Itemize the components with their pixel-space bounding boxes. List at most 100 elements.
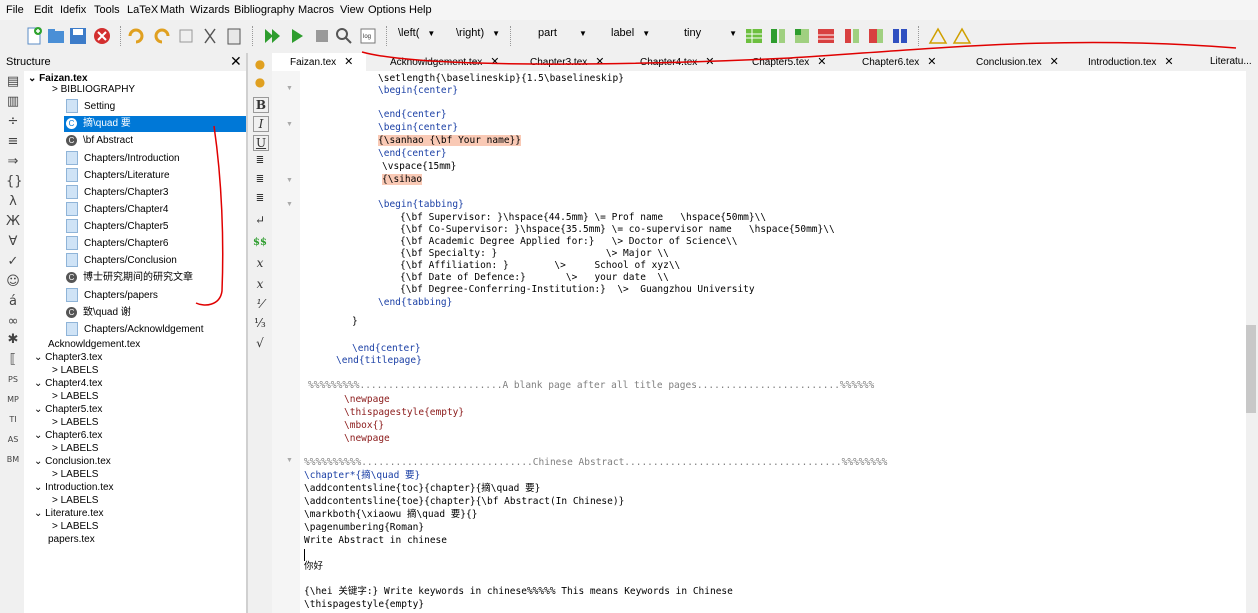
tree-item[interactable]: Chapters/papers	[66, 288, 158, 304]
file-icon	[66, 151, 78, 166]
menu-idefix[interactable]: Idefix	[60, 4, 86, 16]
check-icon[interactable]: ✓	[6, 255, 20, 269]
fold-marker-icon[interactable]: ▼	[286, 85, 293, 92]
file-icon	[66, 185, 78, 200]
math-mode-icon[interactable]: $$	[253, 236, 267, 250]
tree-item[interactable]: Chapters/Chapter5	[66, 219, 169, 235]
redo-icon[interactable]	[152, 26, 172, 46]
tree-item[interactable]: Setting	[66, 99, 115, 115]
fold-marker-icon[interactable]: ▼	[286, 177, 293, 184]
smiley-icon[interactable]: ☺	[6, 275, 20, 289]
text-cursor	[304, 549, 305, 561]
pstricks-icon[interactable]: PS	[6, 373, 20, 387]
structure-icon[interactable]: ▤	[6, 75, 20, 89]
paste-icon[interactable]	[224, 26, 244, 46]
bookmark-icon[interactable]: ▥	[6, 95, 20, 109]
tree-item[interactable]: Chapters/Literature	[66, 168, 170, 184]
tree-item[interactable]: C 博士研究期间的研究文章	[66, 270, 193, 286]
superscript-icon[interactable]: x	[253, 277, 267, 291]
arrow-icon[interactable]: ⇒	[6, 155, 20, 169]
menu-file[interactable]: File	[6, 4, 24, 16]
misc-math-icon[interactable]: ∀	[6, 235, 20, 249]
align-right-icon[interactable]: ≣	[253, 192, 267, 206]
close-tab-icon[interactable]: ✕	[344, 56, 353, 68]
sqrt-icon[interactable]: √	[253, 336, 267, 350]
scrollbar-thumb[interactable]	[1246, 325, 1256, 413]
subscript-icon[interactable]: x	[253, 256, 267, 270]
tree-item[interactable]: C \bf Abstract	[66, 133, 133, 149]
beamer-icon[interactable]: BM	[6, 453, 20, 467]
open-file-icon[interactable]	[46, 26, 66, 46]
code-line: \pagenumbering{Roman}	[304, 522, 425, 533]
greek-icon[interactable]: λ	[6, 195, 20, 209]
menu-wizards[interactable]: Wizards	[190, 4, 230, 16]
menu-options[interactable]: Options	[368, 4, 406, 16]
tree-item[interactable]: Chapters/Chapter3	[66, 185, 169, 201]
dfrac-icon[interactable]: ⅓	[253, 316, 267, 330]
cut-icon[interactable]	[200, 26, 220, 46]
menu-math[interactable]: Math	[160, 4, 184, 16]
chevron-right-icon: >	[52, 391, 61, 402]
save-icon[interactable]	[68, 26, 88, 46]
chevron-right-icon: >	[52, 469, 61, 480]
align-center-icon[interactable]: ≣	[253, 173, 267, 187]
bookmark-star-icon[interactable]: ●	[253, 57, 267, 71]
relation-icon[interactable]: ≡	[6, 135, 20, 149]
tikz-icon[interactable]: TI	[6, 413, 20, 427]
fraction-icon[interactable]: ⅟	[253, 297, 267, 311]
bookmark-star-icon-2[interactable]: ●	[253, 75, 267, 89]
metapost-icon[interactable]: MP	[6, 393, 20, 407]
build-view-icon[interactable]	[262, 26, 282, 46]
menu-view[interactable]: View	[340, 4, 364, 16]
undo-icon[interactable]	[126, 26, 146, 46]
menu-macros[interactable]: Macros	[298, 4, 334, 16]
leftright-icon[interactable]: ⟦	[6, 353, 20, 367]
editor-gutter: ▼ ▼ ▼ ▼ ▼	[272, 71, 300, 613]
close-file-icon[interactable]	[92, 26, 112, 46]
copy-icon[interactable]	[176, 26, 196, 46]
tree-file[interactable]: papers.tex	[48, 532, 95, 548]
code-line: \markboth{\xiaowu 摘\quad 要}{}	[304, 509, 478, 520]
menu-tools[interactable]: Tools	[94, 4, 120, 16]
asymptote-icon[interactable]: AS	[6, 433, 20, 447]
operator-icon[interactable]: ÷	[6, 115, 20, 129]
code-line: \end{titlepage}	[336, 355, 422, 366]
infinity-icon[interactable]: ∞	[6, 315, 20, 329]
italic-icon[interactable]: I	[253, 116, 269, 132]
compile-icon[interactable]	[287, 26, 307, 46]
tree-item[interactable]: Chapters/Introduction	[66, 151, 180, 167]
tree-item[interactable]: C 致\quad 谢	[66, 305, 131, 321]
menu-edit[interactable]: Edit	[34, 4, 53, 16]
menu-bibliography[interactable]: Bibliography	[234, 4, 295, 16]
tree-item[interactable]: Chapters/Acknowldgement	[66, 322, 204, 338]
expand-icon: ⌄	[34, 508, 46, 519]
stop-icon[interactable]	[312, 26, 332, 46]
favorites-icon[interactable]: ✱	[6, 333, 20, 347]
fold-marker-icon[interactable]: ▼	[286, 457, 293, 464]
tab-faizan[interactable]: Faizan.tex ✕	[272, 53, 366, 71]
bold-icon[interactable]: B	[253, 97, 269, 113]
code-editor[interactable]: \setlength{\baselineskip}{1.5\baselinesk…	[300, 71, 1246, 613]
view-pdf-icon[interactable]	[334, 26, 354, 46]
file-icon	[66, 99, 78, 114]
newline-icon[interactable]: ↵	[253, 213, 267, 227]
tree-item[interactable]: > BIBLIOGRAPHY	[52, 82, 135, 98]
fold-marker-icon[interactable]: ▼	[286, 121, 293, 128]
align-left-icon[interactable]: ≣	[253, 154, 267, 168]
menu-latex[interactable]: LaTeX	[127, 4, 158, 16]
close-icon[interactable]: ✕	[230, 53, 242, 70]
code-line: {\bf Co-Supervisor: }\hspace{35.5mm} \= …	[400, 224, 835, 235]
new-file-icon[interactable]	[24, 26, 44, 46]
underline-icon[interactable]: U	[253, 135, 269, 151]
tree-item[interactable]: Chapters/Chapter6	[66, 236, 169, 252]
expand-icon[interactable]: ⌄	[28, 73, 39, 84]
delimiter-icon[interactable]: {}	[6, 175, 23, 189]
tree-item[interactable]: Chapters/Conclusion	[66, 253, 177, 269]
menu-help[interactable]: Help	[409, 4, 432, 16]
accent-icon[interactable]: á	[6, 295, 20, 309]
expand-icon: ⌄	[34, 352, 46, 363]
red-annotation-curve	[361, 41, 1237, 65]
cyrillic-icon[interactable]: Ж	[6, 215, 20, 229]
tree-item[interactable]: Chapters/Chapter4	[66, 202, 169, 218]
fold-marker-icon[interactable]: ▼	[286, 201, 293, 208]
